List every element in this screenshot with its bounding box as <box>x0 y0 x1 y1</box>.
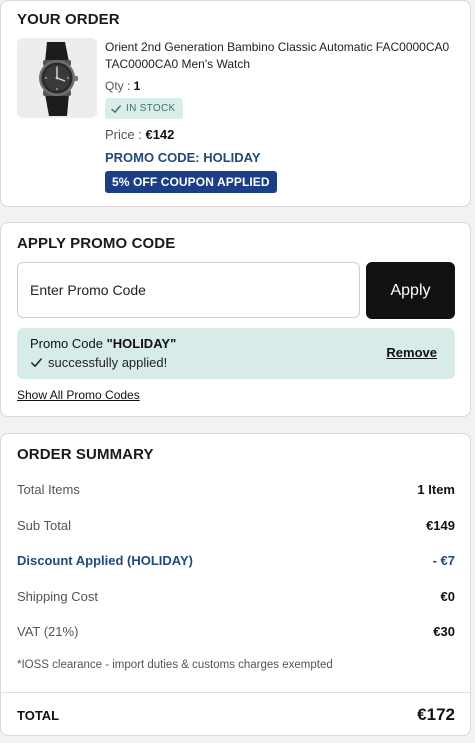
coupon-badge: 5% OFF COUPON APPLIED <box>105 170 277 193</box>
promo-success-message: Promo Code "HOLIDAY" successfully applie… <box>17 328 455 379</box>
watch-icon <box>17 38 97 118</box>
success-title: Promo Code "HOLIDAY" <box>30 336 176 351</box>
total-label: TOTAL <box>17 707 60 723</box>
product-name[interactable]: Orient 2nd Generation Bambino Classic Au… <box>105 39 455 73</box>
success-line: successfully applied! <box>30 355 167 370</box>
order-card: YOUR ORDER Orient 2nd Generation Bambino… <box>0 0 471 207</box>
price-value: €142 <box>145 126 175 142</box>
product-thumbnail <box>17 38 97 118</box>
total-value: €172 <box>417 705 455 724</box>
show-all-promo-codes-link[interactable]: Show All Promo Codes <box>17 388 140 402</box>
row-label: VAT (21%) <box>17 624 79 639</box>
row-value: - €7 <box>432 553 455 568</box>
remove-promo-link[interactable]: Remove <box>386 345 437 360</box>
row-value: 1 Item <box>417 482 455 497</box>
success-text: successfully applied! <box>48 355 168 370</box>
check-icon <box>31 358 42 367</box>
promo-title: APPLY PROMO CODE <box>17 235 176 252</box>
row-label: Sub Total <box>17 518 71 533</box>
stock-label: IN STOCK <box>126 103 176 114</box>
quantity: Qty : 1 <box>105 79 455 93</box>
row-value: €0 <box>440 589 455 604</box>
summary-row-discount: Discount Applied (HOLIDAY) - €7 <box>17 553 455 568</box>
row-value: €149 <box>426 518 455 533</box>
summary-card: ORDER SUMMARY Total Items 1 Item Sub Tot… <box>0 433 471 736</box>
promo-code-line: PROMO CODE: HOLIDAY <box>105 149 261 165</box>
promo-code-input[interactable] <box>17 262 360 318</box>
success-prefix: Promo Code <box>30 336 107 351</box>
check-icon <box>111 104 121 113</box>
ioss-note: *IOSS clearance - import duties & custom… <box>17 659 333 671</box>
qty-label: Qty : <box>105 79 134 93</box>
row-label: Shipping Cost <box>17 589 98 604</box>
total-row: TOTAL €172 <box>17 705 455 725</box>
price-label: Price : <box>105 126 146 142</box>
summary-title: ORDER SUMMARY <box>17 446 154 463</box>
qty-value: 1 <box>133 79 141 93</box>
price: Price : €142 <box>105 127 455 142</box>
promo-card: APPLY PROMO CODE Apply Promo Code "HOLID… <box>0 222 471 417</box>
summary-row-vat: VAT (21%) €30 <box>17 624 455 639</box>
success-code: "HOLIDAY" <box>106 336 177 351</box>
row-value: €30 <box>433 624 455 639</box>
summary-row-subtotal: Sub Total €149 <box>17 518 455 533</box>
order-title: YOUR ORDER <box>17 11 120 28</box>
product-info: Orient 2nd Generation Bambino Classic Au… <box>105 39 455 193</box>
summary-row-total-items: Total Items 1 Item <box>17 482 455 497</box>
stock-badge: IN STOCK <box>105 98 184 119</box>
row-label: Total Items <box>17 482 80 497</box>
row-label: Discount Applied (HOLIDAY) <box>17 553 193 568</box>
divider <box>1 692 470 693</box>
apply-button[interactable]: Apply <box>366 262 455 319</box>
summary-row-shipping: Shipping Cost €0 <box>17 589 455 604</box>
